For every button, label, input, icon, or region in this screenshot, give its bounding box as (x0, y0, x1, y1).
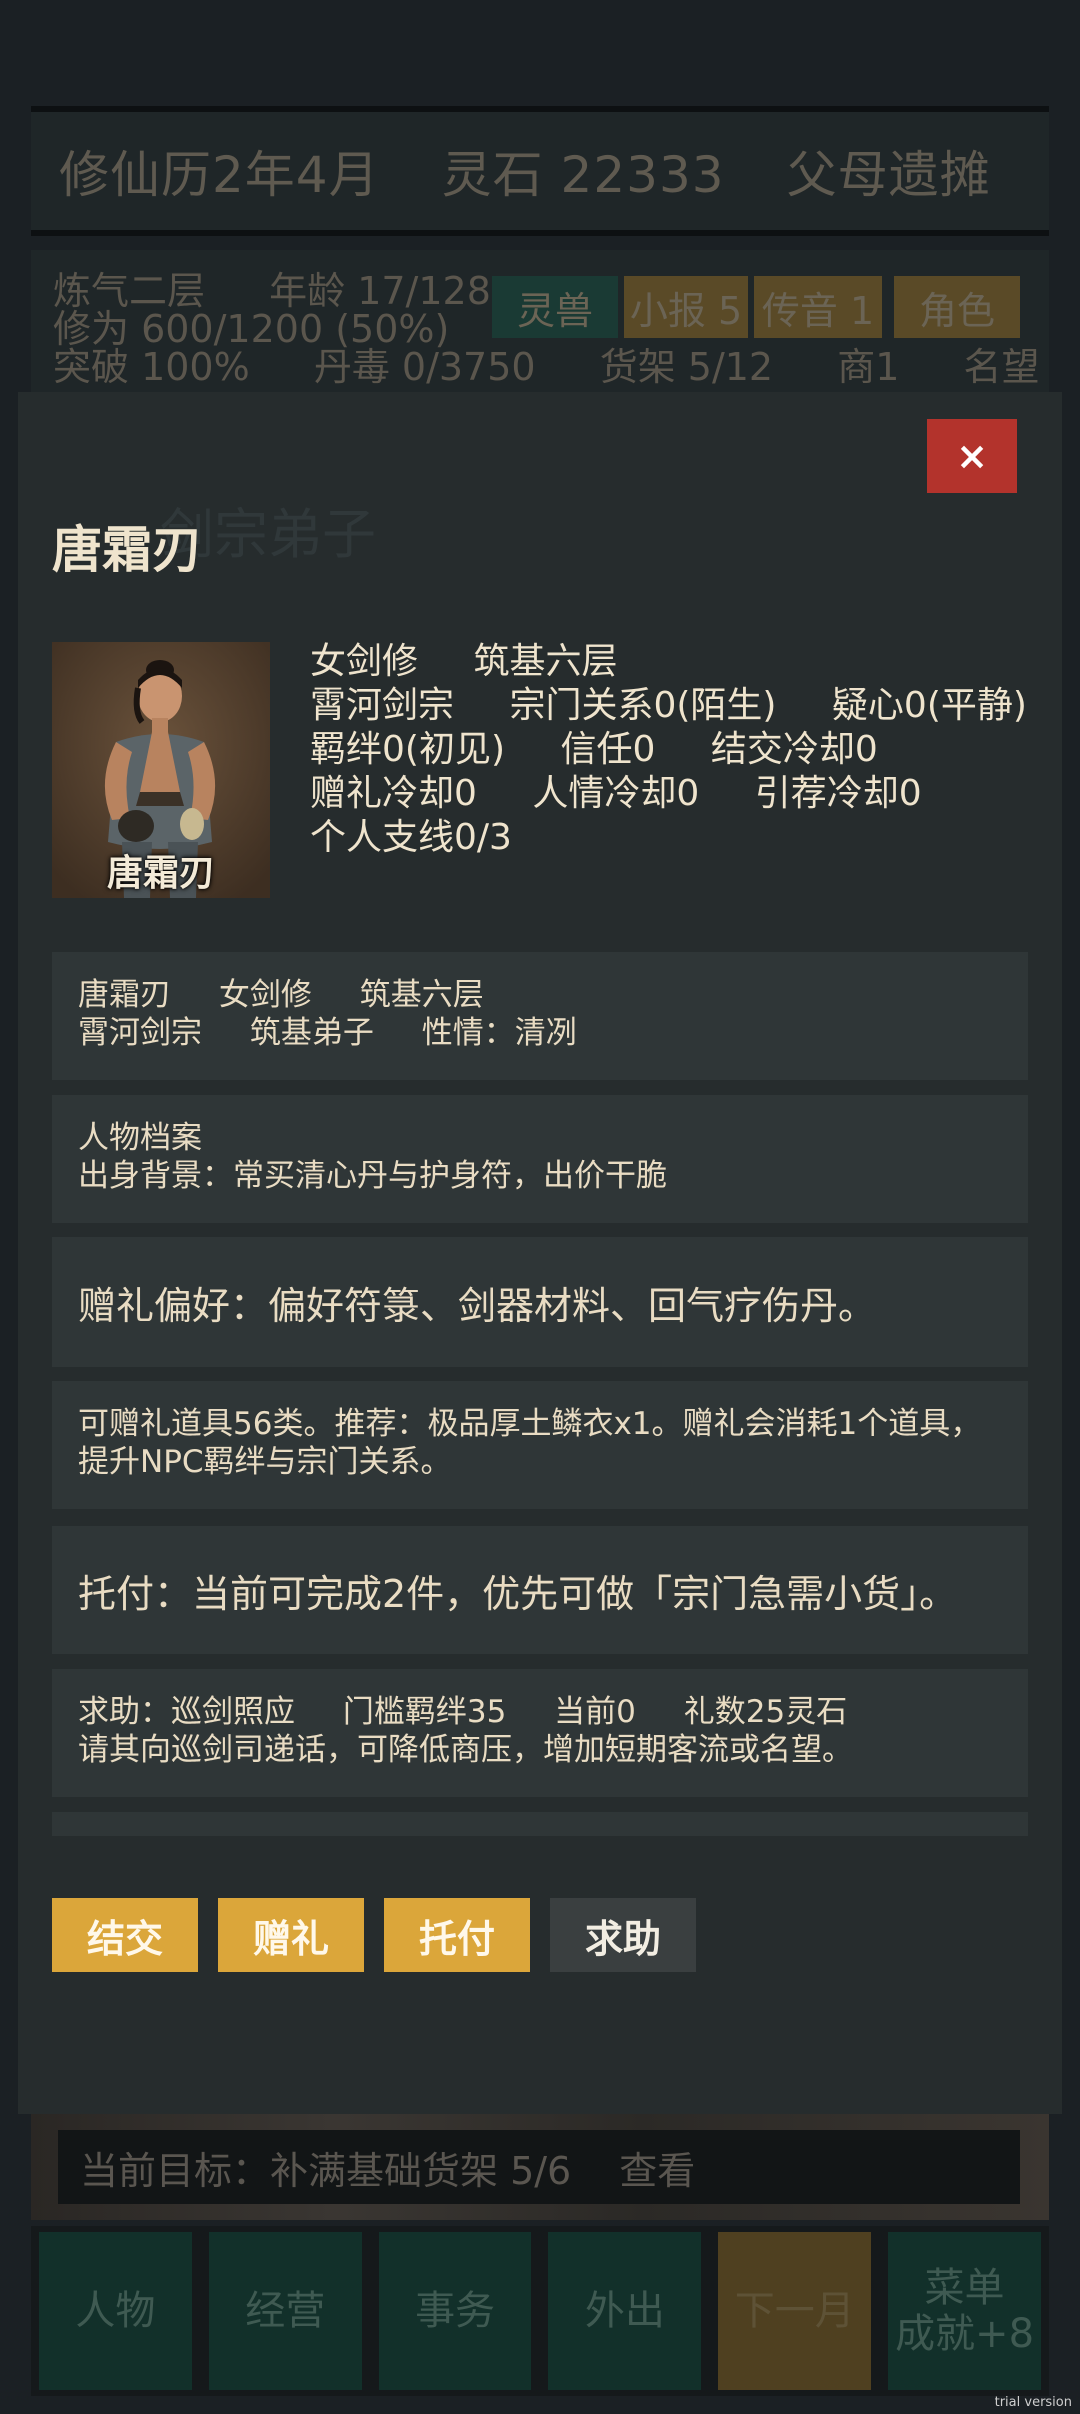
calendar-date: 修仙历2年4月 (59, 146, 380, 204)
npc-info-block: 女剑修 筑基六层 霄河剑宗 宗门关系0(陌生) 疑心0(平静) 羁绊0(初见) … (310, 640, 1071, 860)
nav-business-button: 经营 (208, 2232, 362, 2390)
identity-sect: 霄河剑宗 (78, 1015, 202, 1051)
help-threshold: 门槛羁绊35 (342, 1694, 507, 1730)
help-card: 求助：巡剑照应 门槛羁绊35 当前0 礼数25灵石 请其向巡剑司递话，可降低商压… (52, 1669, 1028, 1797)
spirit-beast-button: 灵兽 (492, 276, 618, 338)
gift-preference-text: 赠礼偏好：偏好符箓、剑器材料、回气疗伤丹。 (78, 1283, 877, 1328)
trial-watermark: trial version (994, 2395, 1072, 2410)
npc-name-title: 唐霜刃 (52, 521, 202, 579)
achievements-label: 成就+8 (895, 2311, 1035, 2357)
merchant-stat: 商1 (837, 345, 900, 389)
message-button: 传音 1 (754, 276, 882, 338)
portrait-caption: 唐霜刃 (106, 853, 215, 894)
entrust-card: 托付：当前可完成2件，优先可做「宗门急需小货」。 (52, 1526, 1028, 1654)
identity-class: 女剑修 (218, 977, 312, 1013)
close-icon: × (956, 434, 988, 478)
entrust-text: 托付：当前可完成2件，优先可做「宗门急需小货」。 (78, 1571, 958, 1616)
identity-name: 唐霜刃 (78, 977, 171, 1013)
top-button-group: 灵兽 小报 5 传音 1 角色 (492, 276, 1020, 338)
profile-heading: 人物档案 (78, 1120, 202, 1156)
current-goal-text: 当前目标：补满基础货架 5/6 (80, 2148, 572, 2193)
help-button[interactable]: 求助 (550, 1898, 696, 1972)
action-button-row: 结交 赠礼 托付 求助 (52, 1898, 696, 1972)
nav-outing-button: 外出 (548, 2232, 702, 2390)
trust: 信任0 (560, 729, 656, 770)
goal-view-link: 查看 (619, 2148, 696, 2193)
gift-items-card: 可赠礼道具56类。推荐：极品厚土鳞衣x1。赠礼会消耗1个道具，提升NPC羁绊与宗… (52, 1381, 1028, 1509)
befriend-cooldown: 结交冷却0 (710, 729, 878, 770)
spirit-stone-count: 灵石 22333 (441, 146, 725, 204)
suspicion: 疑心0(平静) (831, 685, 1027, 726)
shelf-stat: 货架 5/12 (599, 345, 774, 389)
gift-button[interactable]: 赠礼 (218, 1898, 364, 1972)
shop-name: 父母遗摊 (786, 146, 991, 204)
close-button[interactable]: × (927, 419, 1017, 493)
npc-class: 女剑修 (310, 641, 419, 682)
favor-cooldown: 人情冷却0 (532, 773, 700, 814)
help-cost: 礼数25灵石 (683, 1694, 848, 1730)
nav-menu-button: 菜单 成就+8 (888, 2232, 1041, 2390)
bond: 羁绊0(初见) (310, 729, 505, 770)
current-goal-bar: 当前目标：补满基础货架 5/6 查看 (58, 2130, 1020, 2204)
npc-realm: 筑基六层 (473, 641, 618, 682)
pill-toxicity-stat: 丹毒 0/3750 (313, 345, 536, 389)
gift-items-text: 可赠礼道具56类。推荐：极品厚土鳞衣x1。赠礼会消耗1个道具，提升NPC羁绊与宗… (78, 1406, 982, 1480)
breakthrough-stat: 突破 100% (53, 345, 250, 389)
npc-portrait: 唐霜刃 (52, 642, 270, 898)
header-bar: 修仙历2年4月 灵石 22333 父母遗摊 (31, 106, 1049, 236)
nav-affairs-button: 事务 (378, 2232, 532, 2390)
sect-relation: 宗门关系0(陌生) (509, 685, 777, 726)
befriend-button[interactable]: 结交 (52, 1898, 198, 1972)
profile-card: 人物档案 出身背景：常买清心丹与护身符，出价干脆 (52, 1095, 1028, 1223)
menu-label: 菜单 (924, 2265, 1005, 2311)
help-current: 当前0 (554, 1694, 636, 1730)
scroll-hint-card (52, 1812, 1028, 1836)
fame-stat: 名望 21 (963, 345, 1049, 389)
profile-background: 出身背景：常买清心丹与护身符，出价干脆 (78, 1158, 667, 1194)
nav-people-button: 人物 (39, 2232, 192, 2390)
npc-sect: 霄河剑宗 (310, 685, 455, 726)
news-button: 小报 5 (624, 276, 748, 338)
character-button: 角色 (894, 276, 1020, 338)
help-title: 求助：巡剑照应 (78, 1694, 295, 1730)
gift-preference-card: 赠礼偏好：偏好符箓、剑器材料、回气疗伤丹。 (52, 1237, 1028, 1367)
identity-rank: 筑基弟子 (249, 1015, 374, 1051)
help-description: 请其向巡剑司递话，可降低商压，增加短期客流或名望。 (78, 1732, 853, 1768)
personal-questline: 个人支线0/3 (310, 817, 512, 858)
identity-card: 唐霜刃 女剑修 筑基六层 霄河剑宗 筑基弟子 性情：清冽 (52, 952, 1028, 1080)
bottom-nav: 人物 经营 事务 外出 下一月 菜单 成就+8 (31, 2226, 1049, 2396)
identity-temperament: 性情：清冽 (421, 1015, 577, 1051)
next-month-button: 下一月 (718, 2232, 872, 2390)
identity-realm: 筑基六层 (359, 977, 484, 1013)
gift-cooldown: 赠礼冷却0 (310, 773, 477, 814)
entrust-button[interactable]: 托付 (384, 1898, 530, 1972)
referral-cooldown: 引荐冷却0 (754, 773, 922, 814)
